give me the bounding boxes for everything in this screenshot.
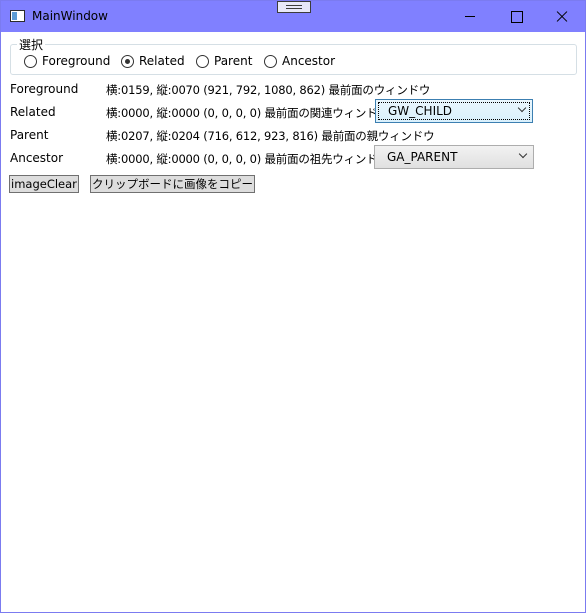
radio-circle-icon[interactable] <box>264 54 277 68</box>
row-value-foreground: 横:0159, 縦:0070 (921, 792, 1080, 862) 最前面… <box>106 83 431 97</box>
radio-related[interactable]: Related <box>121 54 185 68</box>
chevron-down-icon[interactable] <box>519 151 527 159</box>
radio-foreground[interactable]: Foreground <box>24 54 110 68</box>
row-label-ancestor: Ancestor <box>10 151 64 165</box>
radio-parent[interactable]: Parent <box>196 54 252 68</box>
window-title: MainWindow <box>32 9 108 23</box>
copy-to-clipboard-button[interactable]: クリップボードに画像をコピー <box>90 175 255 193</box>
title-bar[interactable]: MainWindow <box>1 1 585 32</box>
ancestor-combobox[interactable]: GA_PARENT <box>374 145 534 169</box>
radio-label: Parent <box>214 54 253 68</box>
radio-circle-icon[interactable] <box>24 54 37 68</box>
chevron-down-icon[interactable] <box>518 105 526 113</box>
radio-circle-checked-icon[interactable] <box>121 54 134 68</box>
radio-ancestor[interactable]: Ancestor <box>264 54 335 68</box>
minimize-icon[interactable] <box>447 1 493 32</box>
image-clear-button[interactable]: imageClear <box>9 175 79 193</box>
radio-label: Ancestor <box>282 54 336 68</box>
radio-label: Foreground <box>42 54 111 68</box>
maximize-icon[interactable] <box>493 1 539 32</box>
radio-circle-icon[interactable] <box>196 54 209 68</box>
row-value-ancestor: 横:0000, 縦:0000 (0, 0, 0, 0) 最前面の祖先ウィンドウ <box>106 152 389 166</box>
row-label-parent: Parent <box>10 128 49 142</box>
titlebar-grip-icon[interactable] <box>277 1 311 13</box>
related-combobox-value: GW_CHILD <box>388 104 453 118</box>
row-value-related: 横:0000, 縦:0000 (0, 0, 0, 0) 最前面の関連ウィンドウ <box>106 106 389 120</box>
row-label-related: Related <box>10 105 56 119</box>
ancestor-combobox-value: GA_PARENT <box>387 150 458 164</box>
radio-label: Related <box>139 54 185 68</box>
row-value-parent: 横:0207, 縦:0204 (716, 612, 923, 816) 最前面の… <box>106 129 435 143</box>
window-app-icon <box>10 10 25 22</box>
close-icon[interactable] <box>539 1 585 32</box>
row-label-foreground: Foreground <box>10 82 79 96</box>
related-combobox[interactable]: GW_CHILD <box>375 99 533 123</box>
main-window: MainWindow 選択 Foreground Related Parent … <box>0 0 586 613</box>
selection-group-legend: 選択 <box>17 36 46 53</box>
